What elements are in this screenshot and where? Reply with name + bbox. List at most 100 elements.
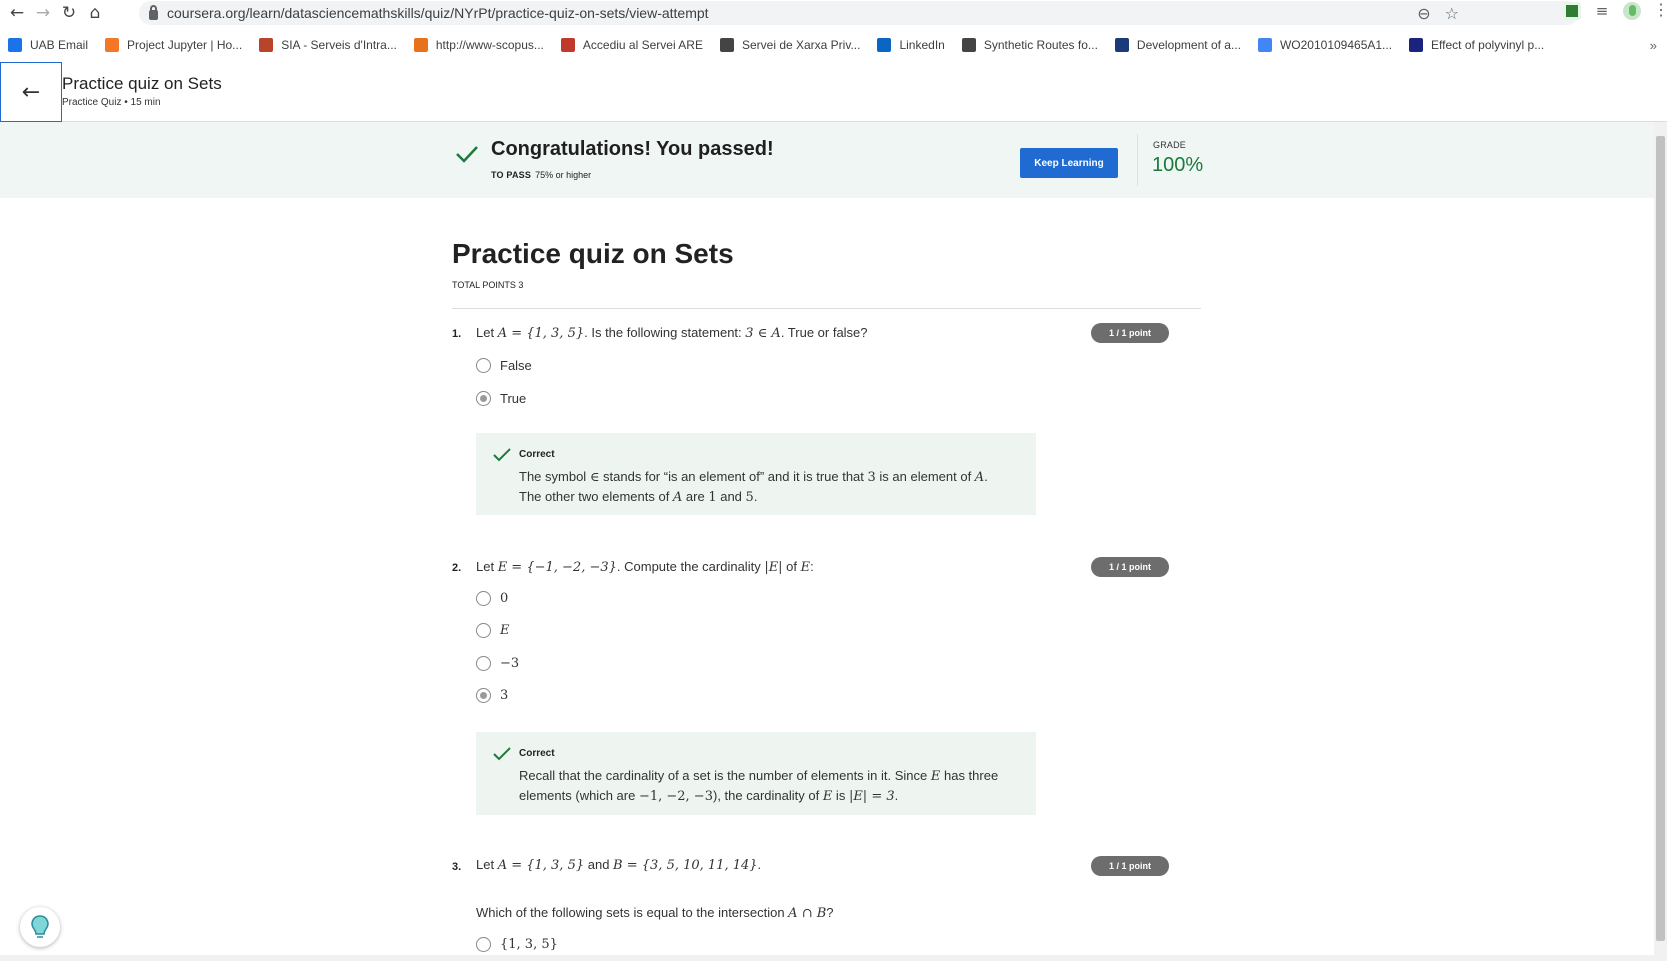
math-expression: 3 ∈ A [745, 326, 781, 341]
math-expression: A [974, 470, 985, 485]
bookmark-label: Accediu al Servei ARE [582, 38, 703, 52]
globe-icon [961, 38, 976, 52]
feedback-text-part: are [682, 489, 709, 504]
radio-button[interactable] [476, 358, 491, 373]
question-text: Let A = {1, 3, 5} and B = {3, 5, 10, 11,… [476, 857, 761, 873]
to-pass-value: 75% or higher [535, 170, 592, 180]
answer-option[interactable]: E [476, 623, 510, 638]
page-subtitle: Practice Quiz • 15 min [62, 97, 161, 108]
question-text-part: . True or false? [780, 325, 868, 340]
kebab-menu-icon[interactable]: ⋮ [1653, 2, 1667, 20]
vertical-scrollbar[interactable] [1654, 122, 1667, 955]
radio-button-selected[interactable] [476, 688, 491, 703]
question-text-part: ? [826, 905, 834, 920]
radio-button-selected[interactable] [476, 391, 491, 406]
option-label: −3 [500, 656, 520, 671]
feedback-title: Correct [519, 449, 555, 460]
bookmark-item[interactable]: LinkedIn [877, 38, 945, 52]
feedback-text-part: is [832, 788, 849, 803]
help-bulb-button[interactable] [20, 907, 60, 947]
answer-option[interactable]: {1, 3, 5} [476, 937, 558, 952]
bookmark-item[interactable]: Servei de Xarxa Priv... [719, 38, 860, 52]
zoom-icon[interactable]: ⊖ [1417, 4, 1430, 23]
bookmark-label: UAB Email [30, 38, 89, 52]
bookmark-item[interactable]: Synthetic Routes fo... [961, 38, 1098, 52]
option-label: E [500, 623, 510, 638]
star-icon[interactable]: ☆ [1445, 4, 1459, 23]
feedback-text-part: elements (which are [519, 788, 639, 803]
back-arrow-icon: ← [21, 79, 41, 105]
scholar-icon [1409, 38, 1424, 52]
answer-option[interactable]: True [476, 391, 526, 406]
bookmark-item[interactable]: Project Jupyter | Ho... [105, 38, 242, 52]
question-text-part: Let [476, 559, 498, 574]
reading-list-icon[interactable]: ≡ [1593, 2, 1611, 20]
lightbulb-icon [31, 915, 49, 938]
option-label: True [500, 391, 527, 406]
sia-icon [259, 38, 274, 52]
math-expression: −1, −2, −3 [638, 789, 713, 804]
math-expression: A = {1, 3, 5} [497, 858, 585, 873]
question-number: 1. [452, 328, 462, 340]
radio-button[interactable] [476, 656, 491, 671]
math-expression: 5 [745, 490, 754, 505]
math-expression: |E| = 3 [848, 789, 895, 804]
scrollbar-thumb[interactable] [1656, 136, 1665, 941]
horizontal-scrollbar[interactable] [0, 955, 1667, 961]
radio-button[interactable] [476, 591, 491, 606]
feedback-text-part: stands for “is an element of” and it is … [599, 469, 868, 484]
bookmark-item[interactable]: SIA - Serveis d'Intra... [259, 38, 397, 52]
profile-avatar-icon[interactable] [1623, 2, 1641, 20]
feedback-text-part: has three [940, 768, 999, 783]
bookmark-item[interactable]: UAB Email [8, 38, 88, 52]
bookmark-item[interactable]: WO2010109465A1... [1257, 38, 1392, 52]
lock-icon [149, 4, 158, 20]
question-text-part: . Is the following statement: [584, 325, 746, 340]
total-points: TOTAL POINTS 3 [452, 280, 524, 290]
forward-arrow-icon[interactable]: → [30, 0, 56, 26]
url-text[interactable]: coursera.org/learn/datasciencemathskills… [167, 5, 709, 21]
feedback-text-part: is an element of [875, 469, 975, 484]
bookmark-item[interactable]: Effect of polyvinyl p... [1409, 38, 1544, 52]
back-button[interactable]: ← [0, 62, 62, 122]
bookmark-label: Development of a... [1136, 38, 1241, 52]
radio-button[interactable] [476, 623, 491, 638]
keep-learning-button[interactable]: Keep Learning [1020, 148, 1118, 178]
bookmark-item[interactable]: http://www-scopus... [413, 38, 544, 52]
passed-message: Congratulations! You passed! [491, 138, 774, 160]
option-label: 3 [500, 688, 509, 703]
question-number: 3. [452, 861, 462, 873]
feedback-text: Recall that the cardinality of a set is … [519, 766, 1024, 806]
feedback-text-part: The symbol [519, 469, 590, 484]
feedback-box: Correct The symbol ∈ stands for “is an e… [476, 433, 1036, 515]
answer-option[interactable]: False [476, 358, 532, 373]
question-prompt: Which of the following sets is equal to … [476, 905, 834, 921]
math-expression: 3 [867, 470, 876, 485]
feedback-text-part: Recall that the cardinality of a set is … [519, 768, 931, 783]
question-text: Let A = {1, 3, 5}. Is the following stat… [476, 325, 868, 341]
address-bar[interactable]: coursera.org/learn/datasciencemathskills… [139, 1, 1579, 25]
home-icon[interactable]: ⌂ [82, 0, 108, 26]
question-text-part: . Compute the cardinality [616, 559, 765, 574]
back-arrow-icon[interactable]: ← [4, 0, 30, 26]
to-pass-info: TO PASS 75% or higher [491, 170, 591, 180]
feedback-text-part: . [753, 489, 758, 504]
math-expression: B = {3, 5, 10, 11, 14} [613, 858, 758, 873]
reload-icon[interactable]: ↻ [56, 0, 82, 26]
math-expression: |E| [764, 560, 783, 575]
answer-option[interactable]: 0 [476, 591, 508, 606]
math-expression: 1 [708, 490, 717, 505]
ds-icon [1114, 38, 1129, 52]
points-badge: 1 / 1 point [1091, 323, 1169, 343]
radio-button[interactable] [476, 937, 491, 952]
bookmarks-overflow-button[interactable]: » [1650, 38, 1657, 53]
divider [1137, 134, 1138, 186]
answer-option[interactable]: 3 [476, 688, 508, 703]
extension-icon[interactable] [1563, 2, 1581, 20]
answer-option[interactable]: −3 [476, 656, 519, 671]
bookmark-item[interactable]: Accediu al Servei ARE [560, 38, 703, 52]
to-pass-label: TO PASS [491, 170, 532, 180]
grade-label: GRADE [1153, 140, 1187, 150]
bookmark-item[interactable]: Development of a... [1114, 38, 1241, 52]
math-expression: A [672, 490, 683, 505]
